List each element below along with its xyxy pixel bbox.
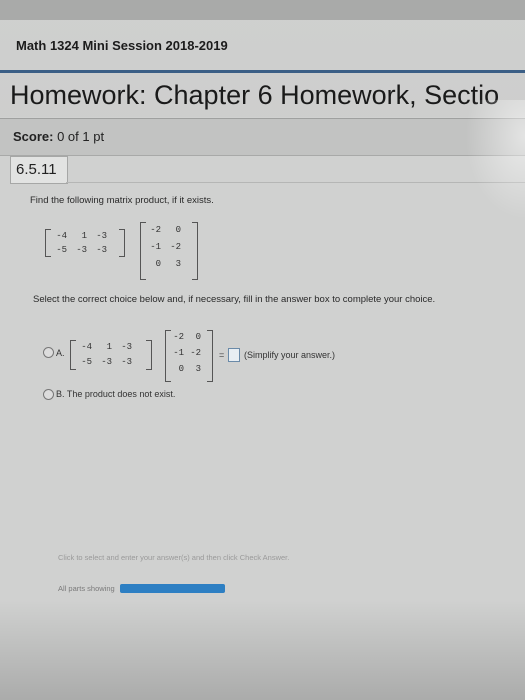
matrix-b: -2 0 -1 -2 0 3 — [140, 222, 198, 280]
equals-sign: = — [219, 350, 225, 360]
matrix-a-cell: -3 — [96, 245, 107, 255]
option-a-matrix-b-cell: 0 — [195, 332, 201, 342]
option-a-matrix-b-cell: -2 — [173, 332, 184, 342]
matrix-a-cell: 1 — [81, 231, 87, 241]
simplify-hint: (Simplify your answer.) — [244, 350, 336, 360]
matrix-a-cell: -3 — [96, 231, 107, 241]
matrix-b-right-bracket — [192, 222, 198, 280]
option-a-label: A. — [56, 348, 65, 358]
screen-shadow — [0, 600, 525, 700]
score-text: Score: 0 of 1 pt — [13, 129, 104, 144]
matrix-b-cell: 0 — [155, 259, 161, 269]
parts-progress-bar — [120, 584, 225, 593]
option-a-matrix-a-cell: -3 — [121, 357, 132, 367]
question-id: 6.5.11 — [16, 161, 57, 178]
homework-screen: Math 1324 Mini Session 2018-2019 Homewor… — [0, 0, 525, 700]
parts-progress-fill — [120, 584, 225, 593]
option-a-radio[interactable] — [43, 347, 54, 358]
question-prompt: Find the following matrix product, if it… — [30, 195, 214, 206]
option-a-matrix-b-cell: 0 — [178, 364, 184, 374]
matrix-a-cell: -4 — [56, 231, 67, 241]
matrix-a: -4 1 -3 -5 -3 -3 — [45, 229, 125, 257]
option-a-matrix-b-cell: -2 — [190, 348, 201, 358]
course-title: Math 1324 Mini Session 2018-2019 — [16, 38, 228, 53]
option-a-matrix-b: -2 0 -1 -2 0 3 — [165, 330, 213, 382]
option-a-matrix-a-cell: -3 — [101, 357, 112, 367]
option-a-matrix-a-cell: -4 — [81, 342, 92, 352]
screen-glare — [465, 100, 525, 220]
option-a-matrix-b-cell: -1 — [173, 348, 184, 358]
option-a-matrix-a: -4 1 -3 -5 -3 -3 — [70, 340, 152, 370]
option-a-matrix-a-cell: -3 — [121, 342, 132, 352]
option-a-matrix-b-right-bracket — [207, 330, 213, 382]
matrix-b-cell: -2 — [150, 225, 161, 235]
matrix-b-cell: -2 — [170, 242, 181, 252]
option-a-matrix-a-cell: -5 — [81, 357, 92, 367]
score-label: Score: — [13, 129, 54, 144]
matrix-a-right-bracket — [119, 229, 125, 257]
question-divider — [66, 182, 525, 183]
matrix-a-cell: -5 — [56, 245, 67, 255]
option-b-radio[interactable] — [43, 389, 54, 400]
all-parts-label: All parts showing — [58, 584, 115, 593]
select-instruction: Select the correct choice below and, if … — [33, 294, 436, 305]
header-divider — [0, 70, 525, 73]
option-a-matrix-b-cell: 3 — [195, 364, 201, 374]
check-answer-hint: Click to select and enter your answer(s)… — [58, 553, 290, 562]
matrix-b-cell: -1 — [150, 242, 161, 252]
answer-box[interactable] — [228, 348, 240, 362]
option-a-matrix-a-right-bracket — [146, 340, 152, 370]
score-value: 0 of 1 pt — [57, 129, 105, 144]
matrix-b-cell: 3 — [175, 259, 181, 269]
matrix-a-cell: -3 — [76, 245, 87, 255]
matrix-b-cell: 0 — [175, 225, 181, 235]
browser-top-bar — [0, 0, 525, 20]
option-a-matrix-a-cell: 1 — [106, 342, 112, 352]
option-b-label: B. The product does not exist. — [56, 389, 176, 399]
homework-title: Homework: Chapter 6 Homework, Sectio — [10, 80, 500, 110]
